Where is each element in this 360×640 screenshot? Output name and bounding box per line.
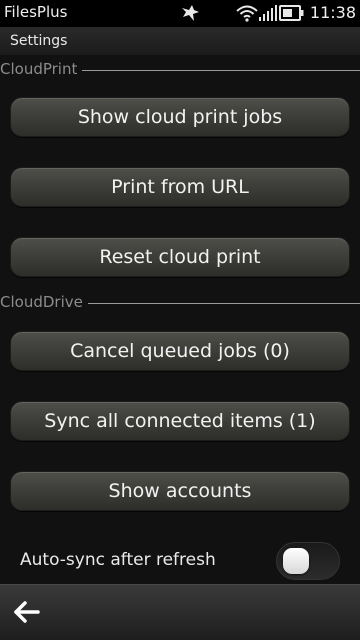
cancel-queued-jobs-button[interactable]: Cancel queued jobs (0) [10,331,350,371]
print-from-url-button[interactable]: Print from URL [10,167,350,207]
status-time: 11:38 [309,3,356,22]
section-label-clouddrive: CloudDrive [0,293,87,311]
status-app-name: FilesPlus [4,3,68,21]
sync-all-connected-items-button[interactable]: Sync all connected items (1) [10,401,350,441]
title-bar: Settings [0,27,360,55]
section-label-cloudprint: CloudPrint [0,60,82,78]
reset-cloud-print-button[interactable]: Reset cloud print [10,237,350,277]
wifi-icon [236,4,258,26]
battery-icon [279,5,305,25]
settings-screen: FilesPlus 11:38 Settings CloudPrint Show… [0,0,360,640]
show-cloud-print-jobs-button[interactable]: Show cloud print jobs [10,97,350,137]
toggle-knob[interactable] [283,548,309,574]
section-header-cloudprint: CloudPrint [0,60,360,80]
show-accounts-button[interactable]: Show accounts [10,471,350,511]
signal-icon [258,4,278,26]
status-bar: FilesPlus 11:38 [0,0,360,27]
section-divider [88,303,360,304]
auto-sync-label: Auto-sync after refresh [20,550,216,570]
bottom-toolbar [0,584,360,640]
notification-bird-icon [180,4,200,26]
page-title: Settings [10,33,68,49]
section-divider [82,70,360,71]
back-arrow-icon[interactable] [10,597,44,627]
section-header-clouddrive: CloudDrive [0,293,360,313]
auto-sync-toggle[interactable] [276,542,340,580]
